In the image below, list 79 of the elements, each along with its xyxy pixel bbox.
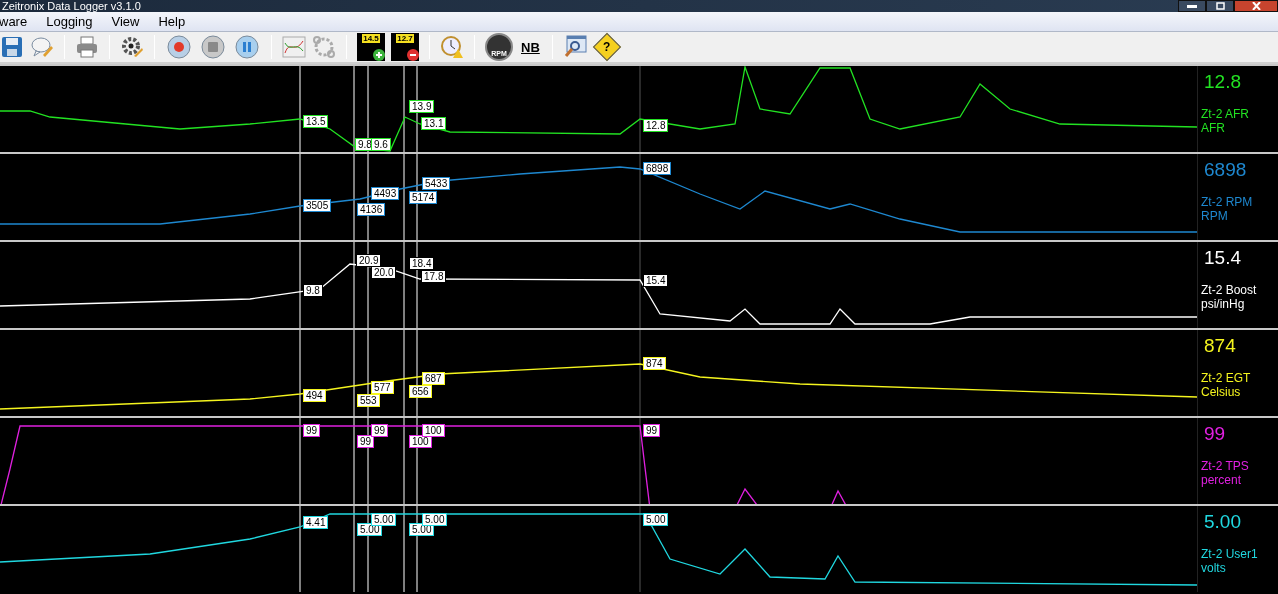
value-label: 9.6 bbox=[371, 138, 391, 151]
remove-value-button[interactable]: 12.7 bbox=[391, 33, 419, 61]
value-label: 5.00 bbox=[643, 513, 669, 526]
current-value: 15.4 bbox=[1203, 246, 1242, 270]
value-label: 874 bbox=[643, 357, 666, 370]
value-label: 3505 bbox=[303, 199, 332, 212]
speech-bubble-pencil-icon[interactable] bbox=[30, 35, 54, 59]
clock-warning-icon[interactable] bbox=[440, 35, 464, 59]
menu-item[interactable]: Logging bbox=[46, 11, 93, 32]
value-label: 99 bbox=[643, 424, 661, 437]
channel-unit: RPM bbox=[1201, 209, 1229, 223]
value-label: 494 bbox=[303, 389, 326, 402]
gear-pencil-icon[interactable] bbox=[120, 35, 144, 59]
channel-unit: Celsius bbox=[1201, 385, 1242, 399]
nb-button[interactable]: NB bbox=[519, 33, 542, 61]
menu-item[interactable]: View bbox=[111, 11, 140, 32]
printer-icon[interactable] bbox=[75, 35, 99, 59]
value-label: 20.9 bbox=[356, 254, 382, 267]
value-label: 5174 bbox=[409, 191, 438, 204]
cursor-line[interactable] bbox=[639, 242, 641, 328]
close-icon bbox=[1251, 2, 1261, 10]
value-label: 13.1 bbox=[421, 117, 447, 130]
stop-button[interactable] bbox=[199, 33, 227, 61]
value-label: 4136 bbox=[357, 203, 386, 216]
close-button[interactable] bbox=[1234, 0, 1278, 12]
value-label: 15.4 bbox=[643, 274, 669, 287]
value-label: 656 bbox=[409, 385, 432, 398]
channel-unit: AFR bbox=[1201, 121, 1226, 135]
value-label: 13.5 bbox=[303, 115, 329, 128]
value-label: 6898 bbox=[643, 162, 672, 175]
value-label: 18.4 bbox=[409, 257, 435, 270]
value-label: 99 bbox=[371, 424, 389, 437]
value-label: 4493 bbox=[371, 187, 400, 200]
channel-name: Zt-2 User1 bbox=[1201, 547, 1259, 561]
value-label: 12.8 bbox=[643, 119, 669, 132]
channel-unit: volts bbox=[1201, 561, 1227, 575]
current-value: 99 bbox=[1203, 422, 1227, 446]
value-label: 5.00 bbox=[422, 513, 448, 526]
current-value: 12.8 bbox=[1203, 70, 1242, 94]
window-title: Zeitronix Data Logger v3.1.0 bbox=[1, 0, 141, 12]
value-label: 577 bbox=[371, 381, 394, 394]
channel-name: Zt-2 TPS bbox=[1201, 459, 1250, 473]
line-graph-icon[interactable] bbox=[282, 35, 306, 59]
plus-icon bbox=[375, 51, 383, 59]
value-label: 100 bbox=[409, 435, 432, 448]
current-value: 6898 bbox=[1203, 158, 1248, 182]
minus-icon bbox=[409, 51, 417, 59]
channel-name: Zt-2 AFR bbox=[1201, 107, 1250, 121]
maximize-button[interactable] bbox=[1206, 0, 1234, 12]
value-label: 99 bbox=[303, 424, 321, 437]
channel-unit: percent bbox=[1201, 473, 1243, 487]
current-value: 5.00 bbox=[1203, 510, 1242, 534]
maximize-icon bbox=[1215, 2, 1225, 10]
value-label: 9.8 bbox=[303, 284, 323, 297]
minimize-icon bbox=[1187, 4, 1197, 8]
value-label: 99 bbox=[357, 435, 375, 448]
value-label: 100 bbox=[422, 424, 445, 437]
value-label: 5.00 bbox=[371, 513, 397, 526]
menu-item[interactable]: Help bbox=[158, 11, 186, 32]
minimize-button[interactable] bbox=[1178, 0, 1206, 12]
value-label: 5433 bbox=[422, 177, 451, 190]
value-label: 553 bbox=[357, 394, 380, 407]
dot-icon bbox=[167, 35, 191, 59]
channel-name: Zt-2 RPM bbox=[1201, 195, 1254, 209]
magnifier-window-icon[interactable] bbox=[562, 35, 587, 59]
value-label: 13.9 bbox=[409, 100, 435, 113]
gears-icon[interactable] bbox=[312, 35, 336, 59]
pause-icon bbox=[235, 35, 259, 59]
value-label: 687 bbox=[422, 372, 445, 385]
channel-unit: psi/inHg bbox=[1201, 297, 1246, 311]
value-label: 4.41 bbox=[303, 516, 329, 529]
add-value-button[interactable]: 14.5 bbox=[357, 33, 385, 61]
pause-button[interactable] bbox=[233, 33, 261, 61]
record-button[interactable] bbox=[165, 33, 193, 61]
current-value: 874 bbox=[1203, 334, 1237, 358]
value-label: 20.0 bbox=[371, 266, 397, 279]
channel-name: Zt-2 EGT bbox=[1201, 371, 1252, 385]
value-label: 17.8 bbox=[421, 270, 447, 283]
channel-name: Zt-2 Boost bbox=[1201, 283, 1258, 297]
